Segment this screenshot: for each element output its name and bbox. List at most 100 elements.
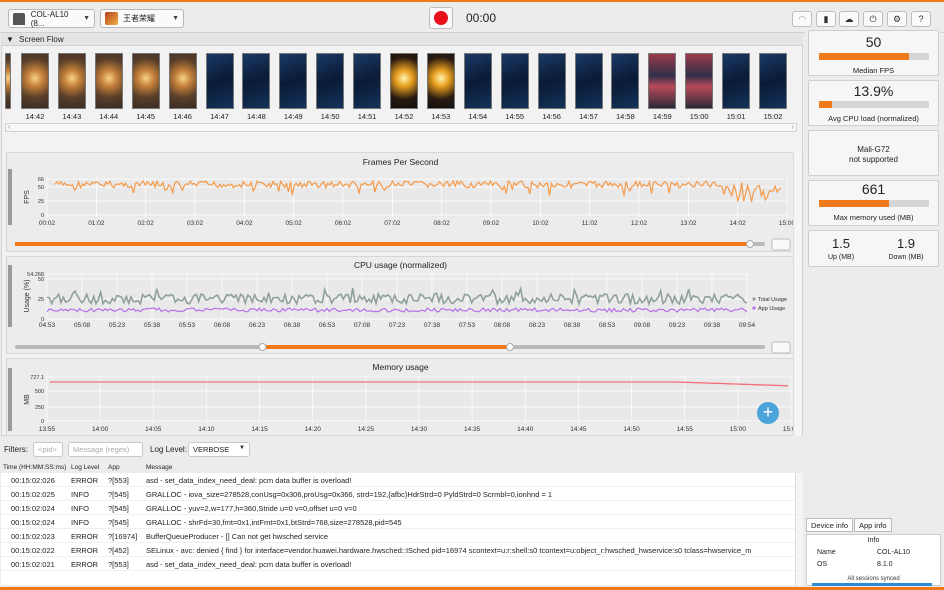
y-tick-label: 500: [35, 389, 44, 395]
log-msg: asd - set_data_index_need_deal: pcm data…: [146, 476, 352, 485]
gpu-name: Mali-G72: [857, 145, 890, 154]
screen-thumbnail[interactable]: [353, 53, 382, 109]
screen-thumbnail[interactable]: [426, 53, 455, 109]
screen-thumbnail[interactable]: [168, 53, 197, 109]
screen-thumbnail[interactable]: [57, 53, 86, 109]
log-msg: GRALLOC - shrFd=30,fmt=0x1,intFmt=0x1,bt…: [146, 518, 402, 527]
col-level[interactable]: Log Level: [71, 464, 99, 471]
chevron-down-icon: ▼: [239, 445, 245, 451]
down-value: 1.9: [896, 236, 916, 251]
charts-scrollbar[interactable]: [793, 152, 801, 436]
x-tick-label: 14:35: [464, 426, 481, 433]
memory-value: 661: [861, 181, 886, 197]
log-row[interactable]: 00:15:02:025 INFO ?[545] GRALLOC - iova_siz…: [1, 487, 795, 501]
x-tick-label: 09:54: [739, 322, 756, 329]
screen-flow-header[interactable]: ▼ Screen Flow: [1, 33, 803, 46]
x-tick-label: 06:02: [335, 220, 352, 227]
y-axis-label: MB: [24, 394, 31, 405]
screen-thumbnail[interactable]: [611, 53, 640, 109]
pid-filter-input[interactable]: <pid>: [33, 442, 63, 457]
thumbnail-time: 14:54: [468, 112, 488, 121]
median-fps-card: 50 Median FPS: [808, 30, 939, 76]
screen-thumbnail[interactable]: [500, 53, 529, 109]
screen-thumbnail[interactable]: [279, 53, 308, 109]
screen-thumbnail[interactable]: [537, 53, 566, 109]
screen-thumbnail[interactable]: [21, 53, 49, 109]
screen-thumbnail[interactable]: [205, 53, 234, 109]
x-tick-label: 05:23: [109, 322, 126, 329]
x-tick-label: 11:02: [582, 220, 598, 227]
screen-thumbnail[interactable]: [131, 53, 160, 109]
trash-button[interactable]: ▮: [816, 11, 836, 27]
x-tick-label: 04:53: [39, 322, 56, 329]
screen-flow-scrollbar[interactable]: ‹ ›: [5, 123, 797, 132]
log-level: ERROR: [71, 476, 99, 485]
col-time[interactable]: Time (HH:MM:SS:ms): [3, 464, 66, 471]
down-label: Down (MB): [888, 254, 924, 261]
thumbnail-time: 15:01: [726, 112, 746, 121]
thumbnail-time: 14:52: [394, 112, 414, 121]
fps-slider-fill: [15, 242, 750, 246]
app-dropdown[interactable]: 王者荣耀 ▼: [100, 9, 184, 28]
thumbnail-time: 14:44: [99, 112, 119, 121]
col-message[interactable]: Message: [146, 464, 172, 471]
log-table: 00:15:02:026 ERROR ?[553] asd - set_data_in…: [1, 473, 795, 585]
log-row[interactable]: 00:15:02:023 ERROR ?[16974] BufferQueueProd…: [1, 529, 795, 543]
record-button[interactable]: [429, 7, 453, 29]
y-tick-label: 0: [41, 213, 44, 219]
log-row[interactable]: 00:15:02:024 INFO ?[545] GRALLOC - yuv=2,w=…: [1, 501, 795, 515]
stats-panel: 50 Median FPS 13.9% Avg CPU load (normal…: [805, 27, 941, 589]
col-app[interactable]: App: [108, 464, 120, 471]
screen-thumbnail[interactable]: [390, 53, 418, 109]
thumbnail-time: 14:42: [25, 112, 45, 121]
chevron-down-icon: ▼: [83, 15, 90, 22]
screen-thumbnail[interactable]: [316, 53, 345, 109]
log-scrollbar[interactable]: [795, 473, 803, 585]
screen-thumbnail[interactable]: [5, 53, 11, 109]
upload-button[interactable]: ☁: [839, 11, 859, 27]
drag-handle: [8, 169, 12, 225]
power-button[interactable]: ⏻: [863, 11, 883, 27]
info-table: Info Name COL-AL10 OS 8.1.0 All sessions…: [806, 534, 941, 586]
log-row[interactable]: 00:15:02:026 ERROR ?[553] asd - set_data_in…: [1, 473, 795, 487]
median-fps-value: 50: [865, 34, 882, 50]
android-icon: [13, 12, 25, 25]
y-tick-label: 727.1: [30, 375, 44, 381]
x-tick-label: 08:02: [434, 220, 451, 227]
screen-thumbnail[interactable]: [94, 53, 123, 109]
x-tick-label: 03:02: [187, 220, 204, 227]
screen-thumbnail[interactable]: [722, 53, 751, 109]
screen-thumbnail[interactable]: [242, 53, 271, 109]
info-key: Name: [817, 549, 836, 556]
log-table-header: Time (HH:MM:SS:ms) Log Level App Message: [1, 462, 803, 473]
info-key: OS: [817, 561, 828, 568]
screen-thumbnail[interactable]: [648, 53, 677, 109]
screen-thumbnail[interactable]: [574, 53, 603, 109]
log-msg: GRALLOC - iova_size=278528,conUsg=0x306,…: [146, 490, 553, 499]
log-row[interactable]: 00:15:02:021 ERROR ?[553] asd - set_data_in…: [1, 557, 795, 571]
log-time: 00:15:02:021: [11, 560, 55, 569]
toolbar: COL-AL10 (8... ▼ 王者荣耀 ▼ 00:00 ◠ ▮ ☁ ⏻ ⚙ …: [0, 0, 944, 33]
log-row[interactable]: 00:15:02:022 ERROR ?[452] SELinux - avc: de…: [1, 543, 795, 557]
cpu-slider-knob: [258, 343, 267, 351]
record-icon: [434, 11, 448, 25]
tab-app-info[interactable]: App info: [854, 518, 892, 532]
add-marker-button[interactable]: +: [757, 402, 779, 424]
log-time: 00:15:02:023: [11, 532, 55, 541]
tab-device-info[interactable]: Device info: [806, 518, 854, 532]
message-filter-input[interactable]: Message (regex): [68, 442, 143, 457]
screen-thumbnail[interactable]: [463, 53, 492, 109]
screen-thumbnail[interactable]: [685, 53, 714, 109]
settings-button[interactable]: ⚙: [887, 11, 907, 27]
thumbnail-time: 15:02: [763, 112, 783, 121]
screen-thumbnail[interactable]: [759, 53, 787, 109]
loglevel-select[interactable]: VERBOSE ▼: [188, 442, 250, 457]
gpu-card: Mali-G72 not supported: [808, 130, 939, 176]
device-dropdown[interactable]: COL-AL10 (8... ▼: [8, 9, 95, 28]
log-row[interactable]: 00:15:02:024 INFO ?[545] GRALLOC - shrFd=30…: [1, 515, 795, 529]
help-button[interactable]: ?: [911, 11, 931, 27]
wifi-button[interactable]: ◠: [792, 11, 812, 27]
cloud-upload-icon: ☁: [844, 13, 854, 24]
y-axis-label: FPS: [24, 190, 31, 204]
cpu-slider-fill: [262, 345, 510, 349]
